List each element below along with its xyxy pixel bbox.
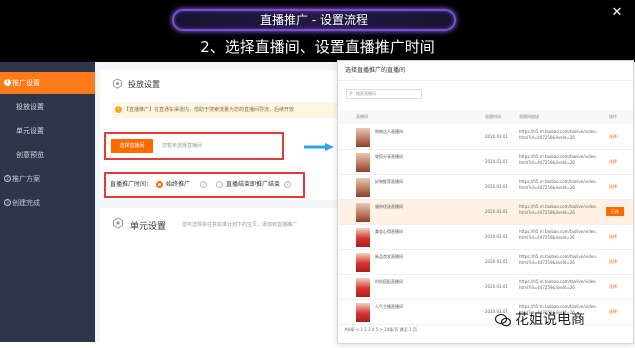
live-link[interactable]: https://h5.m.taobao.com/taolive/video.ht… (519, 254, 597, 266)
select-live-room-button[interactable]: 选择直播间 (111, 139, 153, 153)
table-row[interactable]: 好物推荐直播间 2020.03.01 https://h5.m.taobao.com… (338, 175, 633, 200)
main-panel: 投放设置 ! 【直播推广】在直通车渠道内，借助于搜索流量为您的直播间导流，后续开… (100, 62, 340, 342)
table-row[interactable]: 购物达人直播间 2020.03.01 https://h5.m.taobao.com… (338, 125, 633, 150)
settings-hex-icon (112, 78, 123, 89)
promotion-time-label: 直播推广时间： (110, 181, 153, 188)
live-room-thumbnail (356, 128, 370, 147)
table-row[interactable]: 人气主播直播间 2020.03.01 https://h5.m.taobao.com… (338, 300, 633, 325)
tutorial-slide: 直播推广 - 设置流程 2、选择直播间、设置直播推广时间 ✕ 1 推广设置 投放… (0, 0, 635, 348)
radio-end-with-live-label: 直播结束即推广结束 (226, 181, 281, 188)
radio-always-label: 始终推广 (166, 181, 191, 188)
sidebar-item-label: 创建完成 (12, 199, 40, 207)
live-room-thumbnail (356, 253, 370, 272)
live-room-select-modal: 选择直播推广的直播间 ⚲ 搜索直播间 直播间 直播时间 直播间链接 操作 购物达… (337, 60, 634, 344)
sidebar-item-unit-settings[interactable]: 单元设置 (0, 122, 95, 140)
table-row[interactable]: 美妆心得直播间 2020.03.01 https://h5.m.taobao.com… (338, 225, 633, 250)
live-room-thumbnail (356, 228, 370, 247)
select-row-button[interactable]: 选择 (609, 134, 617, 140)
live-date: 2020.03.01 (485, 234, 508, 239)
close-icon[interactable]: ✕ (610, 6, 624, 20)
sidebar-item-delivery-settings[interactable]: 投放设置 (0, 98, 95, 116)
select-hint: 您暂未选择直播间 (162, 143, 203, 149)
table-row[interactable]: 时尚搭配直播间 2020.03.01 https://h5.m.taobao.com… (338, 275, 633, 300)
column-header: 直播间 (356, 114, 368, 119)
sidebar-item-label: 推广方案 (12, 175, 40, 183)
live-date: 2020.03.01 (485, 134, 508, 139)
live-room-thumbnail (356, 178, 370, 197)
live-link[interactable]: https://h5.m.taobao.com/taolive/video.ht… (519, 154, 597, 166)
live-date: 2020.03.01 (485, 209, 508, 214)
live-link[interactable]: https://h5.m.taobao.com/taolive/video.ht… (519, 229, 597, 241)
info-icon: ! (115, 106, 122, 113)
tip-text: 【直播推广】在直通车渠道内，借助于搜索流量为您的直播间导流，后续开放 (124, 107, 295, 113)
search-placeholder: 搜索直播间 (356, 91, 376, 96)
live-link[interactable]: https://h5.m.taobao.com/taolive/video.ht… (519, 279, 597, 291)
column-header: 直播间链接 (519, 114, 539, 119)
live-date: 2020.03.01 (485, 184, 508, 189)
pagination[interactable]: 共8条 < 1 2 3 4 5 > 10条/页 跳至 1 页 (344, 326, 417, 334)
live-room-thumbnail (356, 278, 370, 297)
live-room-name: 购物达人直播间 (375, 129, 403, 134)
live-room-name: 好物推荐直播间 (375, 179, 403, 184)
delivery-title: 投放设置 (128, 80, 160, 89)
live-link[interactable]: https://h5.m.taobao.com/taolive/video.ht… (519, 129, 597, 141)
live-room-name: 服饰优选直播间 (375, 204, 403, 209)
select-row-button[interactable]: 选择 (609, 309, 617, 315)
table-row[interactable]: 新品首发直播间 2020.03.01 https://h5.m.taobao.com… (338, 250, 633, 275)
unit-hex-icon (113, 217, 123, 229)
step-number-icon: 1 (4, 79, 11, 86)
step-number-icon: 3 (4, 199, 11, 206)
sidebar-item-creative-preview[interactable]: 创意预览 (0, 146, 95, 164)
sidebar-item-promotion-settings[interactable]: 1 推广设置 (0, 72, 95, 94)
slide-subtitle: 2、选择直播间、设置直播推广时间 (200, 38, 435, 56)
step-number-icon: 2 (4, 175, 11, 182)
modal-title: 选择直播推广的直播间 (338, 61, 633, 81)
select-row-button[interactable]: 已选 (606, 207, 624, 216)
wechat-logo-icon (495, 313, 511, 327)
sidebar-item-creation-done[interactable]: 3 创建完成 (0, 194, 95, 212)
search-input[interactable]: ⚲ 搜索直播间 (346, 89, 422, 99)
help-icon[interactable]: ? (284, 181, 291, 188)
slide-title: 直播推广 - 设置流程 (172, 9, 456, 31)
live-date: 2020.03.01 (485, 159, 508, 164)
sidebar: 1 推广设置 投放设置 单元设置 创意预览 2 推广方案 3 创建完成 (0, 62, 95, 342)
table-row[interactable]: 穿搭分享直播间 2020.03.01 https://h5.m.taobao.com… (338, 150, 633, 175)
column-header: 操作 (609, 114, 617, 119)
live-link[interactable]: https://h5.m.taobao.com/taolive/video.ht… (519, 179, 597, 191)
select-row-button[interactable]: 选择 (609, 259, 617, 265)
search-icon: ⚲ (349, 91, 353, 97)
radio-always[interactable] (156, 181, 163, 188)
watermark: 花姐说电商 (515, 312, 585, 328)
select-row-button[interactable]: 选择 (609, 184, 617, 190)
select-row-button[interactable]: 选择 (609, 234, 617, 240)
radio-end-with-live[interactable] (216, 181, 223, 188)
live-room-name: 穿搭分享直播间 (375, 154, 403, 159)
unit-title: 单元设置 (130, 222, 167, 232)
live-room-name: 时尚搭配直播间 (375, 279, 403, 284)
help-icon[interactable]: ? (200, 181, 207, 188)
live-room-thumbnail (356, 153, 370, 172)
live-room-name: 美妆心得直播间 (375, 229, 403, 234)
promotion-tip: ! 【直播推广】在直通车渠道内，借助于搜索流量为您的直播间导流，后续开放 (112, 102, 340, 118)
live-date: 2020.03.01 (485, 259, 508, 264)
table-header: 直播间 直播时间 直播间链接 操作 (338, 110, 633, 124)
right-arrow-icon (304, 143, 334, 151)
unit-hint: 您可选择将任意标准计划下的宝贝，添加到直播推广 (182, 222, 298, 228)
live-room-name: 人气主播直播间 (375, 304, 403, 309)
live-room-thumbnail (356, 203, 370, 222)
select-row-button[interactable]: 选择 (609, 159, 617, 165)
live-link[interactable]: https://h5.m.taobao.com/taolive/video.ht… (519, 204, 597, 216)
select-row-button[interactable]: 选择 (609, 284, 617, 290)
live-date: 2020.03.01 (485, 284, 508, 289)
live-room-name: 新品首发直播间 (375, 254, 403, 259)
table-row[interactable]: 服饰优选直播间 2020.03.01 https://h5.m.taobao.com… (338, 200, 633, 225)
live-room-thumbnail (356, 303, 370, 322)
sidebar-item-label: 推广设置 (12, 79, 40, 87)
column-header: 直播时间 (485, 114, 501, 119)
sidebar-item-promotion-plan[interactable]: 2 推广方案 (0, 170, 95, 188)
